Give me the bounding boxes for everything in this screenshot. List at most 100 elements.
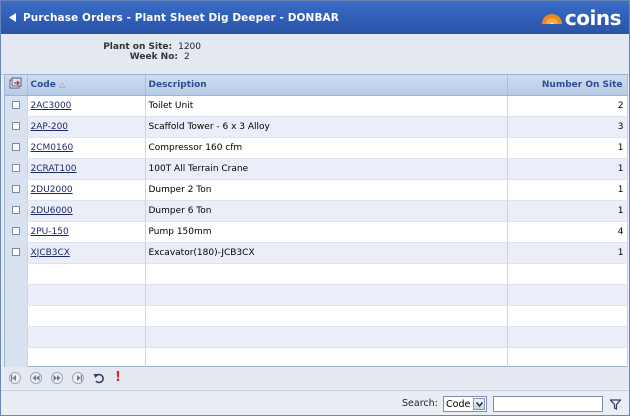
description-cell: Toilet Unit <box>145 95 508 117</box>
row-select[interactable] <box>5 221 28 243</box>
plant-on-site-value: 1200 <box>178 42 201 52</box>
week-no-label: Week No: <box>129 52 178 62</box>
code-cell: 2DU2000 <box>27 179 146 201</box>
number-on-site-column-header[interactable]: Number On Site <box>507 75 628 96</box>
week-no-value: 2 <box>184 52 190 62</box>
empty-row <box>5 347 628 369</box>
code-cell: XJCB3CX <box>27 242 146 264</box>
description-cell: Dumper 2 Ton <box>145 179 508 201</box>
row-checkbox[interactable] <box>11 122 20 130</box>
code-cell: 2DU6000 <box>27 200 146 222</box>
plant-sheet-window: Purchase Orders - Plant Sheet Dig Deeper… <box>0 0 630 416</box>
plant-on-site-label: Plant on Site: <box>103 42 173 52</box>
code-link[interactable]: 2AC3000 <box>31 101 72 111</box>
table-row: 2CM0160 Compressor 160 cfm 1 <box>5 137 628 159</box>
search-field-value[interactable]: Code <box>444 399 473 410</box>
next-page-icon[interactable] <box>51 372 63 384</box>
number-on-site-cell: 4 <box>507 221 628 243</box>
number-on-site-cell: 1 <box>507 137 628 159</box>
empty-cell <box>507 284 628 306</box>
empty-select-cell <box>5 263 28 285</box>
code-link[interactable]: 2CRAT100 <box>31 164 77 174</box>
pager-toolbar: ! <box>4 367 628 389</box>
row-select[interactable] <box>5 95 28 117</box>
empty-cell <box>507 326 628 348</box>
row-select[interactable] <box>5 200 28 222</box>
title-bar: Purchase Orders - Plant Sheet Dig Deeper… <box>1 1 629 34</box>
code-header-label[interactable]: Code <box>31 80 56 90</box>
empty-row <box>5 284 628 306</box>
plant-on-site-row: Plant on Site: 1200 <box>1 42 201 52</box>
empty-cell <box>27 284 146 306</box>
empty-row <box>5 305 628 327</box>
code-column-header[interactable]: Code △ <box>27 75 146 96</box>
back-arrow-icon[interactable] <box>5 10 21 26</box>
row-select[interactable] <box>5 116 28 138</box>
table-row: 2DU6000 Dumper 6 Ton 1 <box>5 200 628 222</box>
code-link[interactable]: XJCB3CX <box>31 248 70 258</box>
export-icon[interactable] <box>9 77 22 89</box>
row-checkbox[interactable] <box>11 101 20 109</box>
empty-select-cell <box>5 347 28 369</box>
row-select[interactable] <box>5 137 28 159</box>
description-cell: Scaffold Tower - 6 x 3 Alloy <box>145 116 508 138</box>
code-cell: 2AC3000 <box>27 95 146 117</box>
row-select[interactable] <box>5 179 28 201</box>
search-footer: Search: Code <box>1 390 629 415</box>
row-checkbox[interactable] <box>11 164 20 172</box>
empty-cell <box>27 347 146 369</box>
refresh-icon[interactable] <box>93 372 106 384</box>
description-cell: Dumper 6 Ton <box>145 200 508 222</box>
row-checkbox[interactable] <box>11 248 20 256</box>
row-select[interactable] <box>5 158 28 180</box>
code-link[interactable]: 2AP-200 <box>31 122 69 132</box>
row-checkbox[interactable] <box>11 185 20 193</box>
empty-cell <box>145 305 508 327</box>
export-column-header[interactable] <box>5 75 28 96</box>
empty-select-cell <box>5 284 28 306</box>
description-column-header[interactable]: Description <box>145 75 508 96</box>
search-label: Search: <box>402 398 438 409</box>
table-row: 2CRAT100 100T All Terrain Crane 1 <box>5 158 628 180</box>
previous-page-icon[interactable] <box>30 372 42 384</box>
empty-cell <box>145 284 508 306</box>
filter-icon[interactable] <box>607 396 624 412</box>
empty-cell <box>145 326 508 348</box>
number-on-site-cell: 1 <box>507 158 628 180</box>
row-checkbox[interactable] <box>11 143 20 151</box>
number-on-site-cell: 1 <box>507 200 628 222</box>
first-page-icon[interactable] <box>9 372 21 384</box>
chevron-down-icon[interactable] <box>473 398 485 410</box>
row-checkbox[interactable] <box>11 227 20 235</box>
code-link[interactable]: 2PU-150 <box>31 227 69 237</box>
number-on-site-cell: 3 <box>507 116 628 138</box>
empty-cell <box>507 347 628 369</box>
week-no-row: Week No: 2 <box>1 52 201 62</box>
code-link[interactable]: 2CM0160 <box>31 143 74 153</box>
description-cell: Excavator(180)-JCB3CX <box>145 242 508 264</box>
code-link[interactable]: 2DU6000 <box>31 206 73 216</box>
number-on-site-cell: 1 <box>507 179 628 201</box>
empty-select-cell <box>5 326 28 348</box>
alert-icon[interactable]: ! <box>115 371 121 384</box>
empty-cell <box>507 305 628 327</box>
code-cell: 2PU-150 <box>27 221 146 243</box>
empty-cell <box>145 263 508 285</box>
number-on-site-cell: 1 <box>507 242 628 264</box>
table-row: 2DU2000 Dumper 2 Ton 1 <box>5 179 628 201</box>
table-row: 2AP-200 Scaffold Tower - 6 x 3 Alloy 3 <box>5 116 628 138</box>
row-select[interactable] <box>5 242 28 264</box>
grid-header-row: Code △ Description Number On Site <box>5 75 628 96</box>
row-checkbox[interactable] <box>11 206 20 214</box>
search-input[interactable] <box>493 396 603 412</box>
empty-select-cell <box>5 305 28 327</box>
code-link[interactable]: 2DU2000 <box>31 185 73 195</box>
empty-cell <box>507 263 628 285</box>
number-on-site-cell: 2 <box>507 95 628 117</box>
last-page-icon[interactable] <box>72 372 84 384</box>
code-cell: 2AP-200 <box>27 116 146 138</box>
description-cell: 100T All Terrain Crane <box>145 158 508 180</box>
empty-cell <box>27 305 146 327</box>
search-field-select[interactable]: Code <box>443 396 487 412</box>
table-row: 2PU-150 Pump 150mm 4 <box>5 221 628 243</box>
